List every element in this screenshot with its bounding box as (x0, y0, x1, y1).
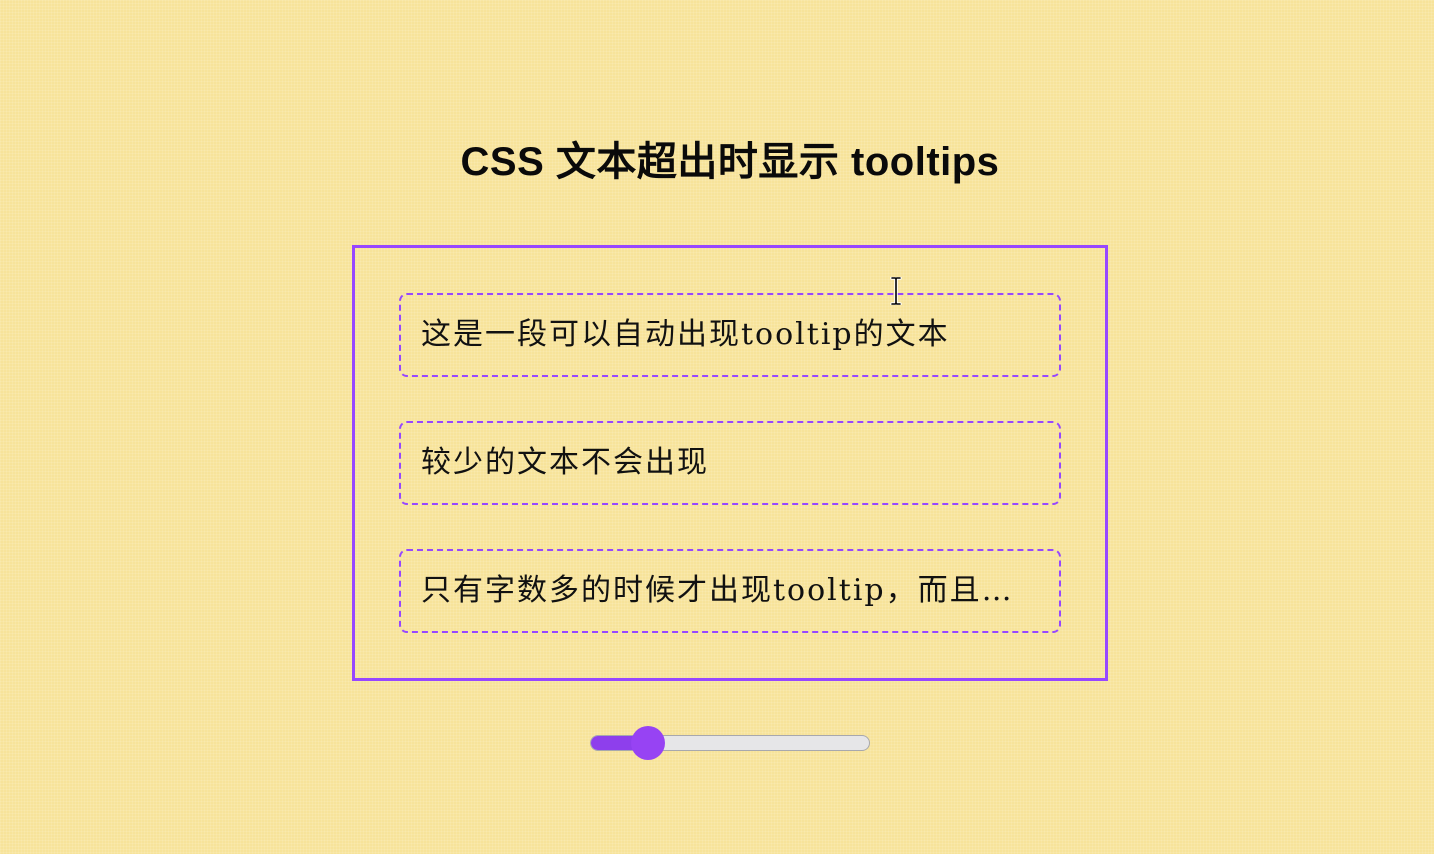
text-card[interactable]: 这是一段可以自动出现tooltip的文本 (399, 293, 1061, 377)
page-title: CSS 文本超出时显示 tooltips (460, 139, 1000, 184)
slider-thumb[interactable] (631, 726, 665, 760)
text-card[interactable]: 只有字数多的时候才出现tooltip，而且每个字都要一样长 (399, 549, 1061, 633)
width-slider[interactable] (590, 726, 870, 760)
card-text: 这是一段可以自动出现tooltip的文本 (421, 317, 950, 352)
text-card[interactable]: 较少的文本不会出现 (399, 421, 1061, 505)
tooltip-demo-container: 这是一段可以自动出现tooltip的文本 较少的文本不会出现 只有字数多的时候才… (352, 245, 1108, 681)
card-text: 较少的文本不会出现 (421, 445, 709, 480)
card-text: 只有字数多的时候才出现tooltip，而且每个字都要一样长 (421, 573, 1039, 608)
